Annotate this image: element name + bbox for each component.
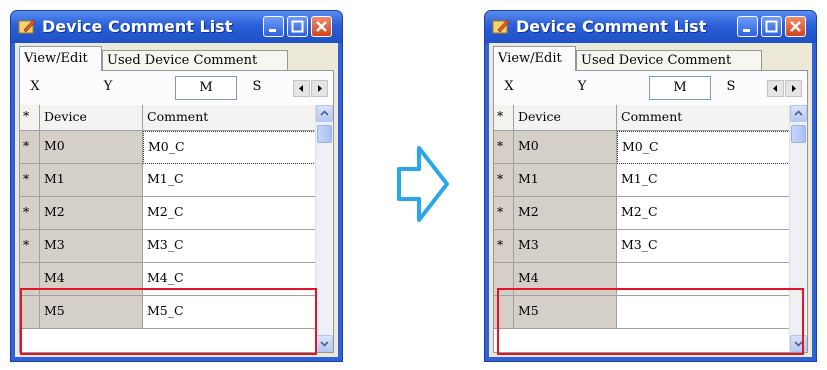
row-comment[interactable]: M0_C: [143, 131, 316, 164]
minimize-button[interactable]: [737, 16, 758, 37]
app-icon: [492, 19, 510, 34]
row-device: M1: [514, 164, 617, 197]
device-type-m[interactable]: M: [649, 76, 711, 100]
row-device: M3: [40, 230, 143, 263]
header-device: Device: [514, 105, 617, 131]
device-type-s[interactable]: S: [724, 79, 738, 94]
header-mark: *: [20, 105, 40, 131]
device-type-bar: X Y M S: [20, 71, 333, 105]
table-row[interactable]: * M3 M3_C: [20, 230, 316, 263]
row-device: M3: [514, 230, 617, 263]
row-mark: *: [494, 164, 514, 197]
highlight-box-before: [20, 288, 317, 355]
row-mark: *: [20, 131, 40, 164]
type-scroll-arrows: [293, 80, 329, 97]
row-mark: *: [20, 164, 40, 197]
maximize-button[interactable]: [761, 16, 782, 37]
title-bar: Device Comment List: [11, 11, 342, 43]
row-comment[interactable]: M2_C: [143, 197, 316, 230]
row-device: M1: [40, 164, 143, 197]
row-mark: *: [20, 197, 40, 230]
header-comment: Comment: [617, 105, 790, 131]
table-row[interactable]: * M3 M3_C: [494, 230, 790, 263]
device-type-y[interactable]: Y: [101, 79, 115, 94]
app-icon: [18, 19, 36, 34]
row-device: M0: [514, 131, 617, 164]
scroll-thumb[interactable]: [317, 125, 332, 143]
header-device: Device: [40, 105, 143, 131]
scroll-right-arrow-icon[interactable]: [785, 80, 802, 97]
window-title: Device Comment List: [516, 17, 707, 36]
device-type-s[interactable]: S: [250, 79, 264, 94]
scroll-left-arrow-icon[interactable]: [767, 80, 784, 97]
vertical-scrollbar[interactable]: [315, 105, 333, 352]
row-mark: *: [494, 197, 514, 230]
table-row[interactable]: * M0 M0_C: [494, 131, 790, 164]
scroll-left-arrow-icon[interactable]: [293, 80, 310, 97]
tab-view-edit[interactable]: View/Edit: [19, 46, 102, 71]
row-comment[interactable]: M1_C: [143, 164, 316, 197]
row-device: M2: [514, 197, 617, 230]
grid-header: * Device Comment: [494, 105, 790, 131]
device-type-x[interactable]: X: [502, 79, 516, 94]
row-comment[interactable]: M0_C: [617, 131, 790, 164]
row-device: M0: [40, 131, 143, 164]
type-scroll-arrows: [767, 80, 803, 97]
header-comment: Comment: [143, 105, 316, 131]
tab-used-device-comment[interactable]: Used Device Comment: [576, 50, 762, 70]
scroll-thumb[interactable]: [791, 125, 806, 143]
table-row[interactable]: * M2 M2_C: [20, 197, 316, 230]
window-title: Device Comment List: [42, 17, 233, 36]
row-mark: *: [494, 230, 514, 263]
device-type-bar: X Y M S: [494, 71, 807, 105]
row-mark: *: [20, 230, 40, 263]
scroll-up-icon[interactable]: [316, 105, 333, 122]
grid-header: * Device Comment: [20, 105, 316, 131]
device-type-m[interactable]: M: [175, 76, 237, 100]
minimize-button[interactable]: [263, 16, 284, 37]
row-comment[interactable]: M3_C: [617, 230, 790, 263]
header-mark: *: [494, 105, 514, 131]
scroll-right-arrow-icon[interactable]: [311, 80, 328, 97]
device-type-y[interactable]: Y: [575, 79, 589, 94]
highlight-box-after: [497, 288, 804, 355]
tab-view-edit[interactable]: View/Edit: [493, 46, 576, 71]
table-row[interactable]: * M0 M0_C: [20, 131, 316, 164]
row-mark: *: [494, 131, 514, 164]
scroll-down-icon[interactable]: [316, 335, 333, 352]
tab-used-device-comment[interactable]: Used Device Comment: [102, 50, 288, 70]
table-row[interactable]: * M1 M1_C: [20, 164, 316, 197]
arrow-right-icon: [397, 146, 449, 222]
row-comment[interactable]: M1_C: [617, 164, 790, 197]
close-button[interactable]: [785, 16, 806, 37]
maximize-button[interactable]: [287, 16, 308, 37]
table-row[interactable]: * M2 M2_C: [494, 197, 790, 230]
row-comment[interactable]: M3_C: [143, 230, 316, 263]
close-button[interactable]: [311, 16, 332, 37]
title-bar: Device Comment List: [485, 11, 816, 43]
table-row[interactable]: * M1 M1_C: [494, 164, 790, 197]
row-comment[interactable]: M2_C: [617, 197, 790, 230]
scroll-up-icon[interactable]: [790, 105, 807, 122]
row-device: M2: [40, 197, 143, 230]
device-type-x[interactable]: X: [28, 79, 42, 94]
